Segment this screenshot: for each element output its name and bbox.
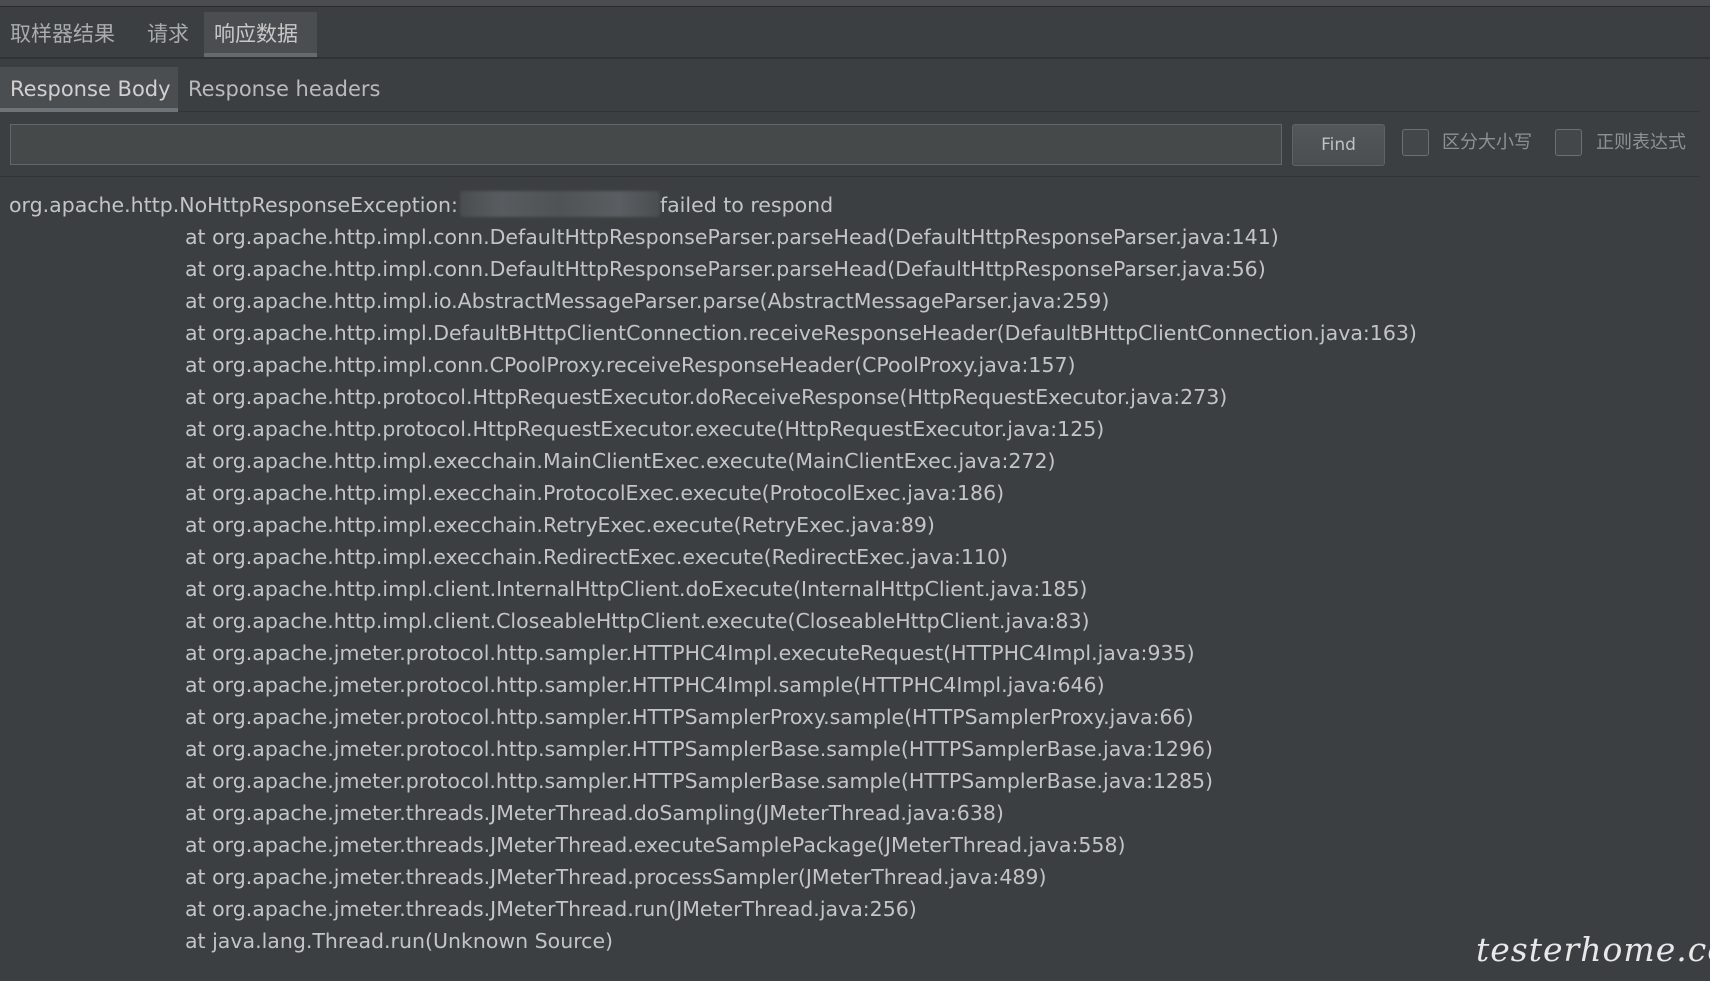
stack-trace-line: at org.apache.http.protocol.HttpRequestE… xyxy=(185,417,1105,441)
stack-trace-line: at org.apache.http.impl.conn.CPoolProxy.… xyxy=(185,353,1076,377)
stack-trace-line: at org.apache.jmeter.protocol.http.sampl… xyxy=(185,705,1194,729)
redacted-host xyxy=(459,191,660,217)
tab-request[interactable]: 请求 xyxy=(137,12,199,57)
exception-suffix: failed to respond xyxy=(659,193,834,217)
stack-trace-line: at org.apache.jmeter.threads.JMeterThrea… xyxy=(185,897,917,921)
stack-trace-line: at org.apache.http.impl.execchain.MainCl… xyxy=(185,449,1056,473)
stack-trace-line: at org.apache.jmeter.threads.JMeterThrea… xyxy=(185,833,1126,857)
stack-trace-line: at org.apache.jmeter.threads.JMeterThrea… xyxy=(185,865,1047,889)
tab-response-headers[interactable]: Response headers xyxy=(178,67,390,112)
stack-trace-line: at org.apache.http.impl.execchain.Protoc… xyxy=(185,481,1005,505)
stack-trace-line: at org.apache.http.impl.execchain.Redire… xyxy=(185,545,1008,569)
stack-trace-line: at org.apache.http.impl.execchain.RetryE… xyxy=(185,513,935,537)
stack-trace-line: at org.apache.jmeter.protocol.http.sampl… xyxy=(185,769,1214,793)
stack-trace-line: at org.apache.jmeter.protocol.http.sampl… xyxy=(185,737,1214,761)
stack-trace-line: at org.apache.jmeter.threads.JMeterThrea… xyxy=(185,801,1004,825)
result-tabs: 取样器结果 请求 响应数据 xyxy=(0,6,1710,59)
stack-trace-line: at org.apache.jmeter.protocol.http.sampl… xyxy=(185,673,1105,697)
case-sensitive-checkbox[interactable] xyxy=(1402,129,1429,156)
stack-trace-line: at java.lang.Thread.run(Unknown Source) xyxy=(185,929,614,953)
response-tabs: Response Body Response headers xyxy=(0,59,1700,112)
response-body-text[interactable]: org.apache.http.NoHttpResponseException:… xyxy=(0,176,1700,981)
stack-trace-line: at org.apache.http.impl.conn.DefaultHttp… xyxy=(185,257,1266,281)
stack-trace-line: at org.apache.http.impl.client.Closeable… xyxy=(185,609,1090,633)
stack-trace-line: at org.apache.http.protocol.HttpRequestE… xyxy=(185,385,1228,409)
case-sensitive-label: 区分大小写 xyxy=(1442,132,1532,153)
find-button[interactable]: Find xyxy=(1292,124,1385,166)
stack-trace-line: at org.apache.http.impl.io.AbstractMessa… xyxy=(185,289,1110,313)
stack-trace-line: at org.apache.jmeter.protocol.http.sampl… xyxy=(185,641,1195,665)
exception-message: org.apache.http.NoHttpResponseException: xyxy=(9,193,458,217)
watermark-logo: testerhome.com xyxy=(1476,930,1710,969)
search-input[interactable] xyxy=(10,124,1282,165)
regex-checkbox[interactable] xyxy=(1555,129,1582,156)
regex-label: 正则表达式 xyxy=(1596,132,1686,153)
tab-sampler-result[interactable]: 取样器结果 xyxy=(0,12,125,57)
stack-trace-line: at org.apache.http.impl.client.InternalH… xyxy=(185,577,1088,601)
stack-trace-line: at org.apache.http.impl.conn.DefaultHttp… xyxy=(185,225,1279,249)
tab-response-data[interactable]: 响应数据 xyxy=(204,12,317,57)
tab-response-body[interactable]: Response Body xyxy=(0,67,178,112)
exception-line: org.apache.http.NoHttpResponseException:… xyxy=(9,189,833,221)
stack-trace-line: at org.apache.http.impl.DefaultBHttpClie… xyxy=(185,321,1417,345)
